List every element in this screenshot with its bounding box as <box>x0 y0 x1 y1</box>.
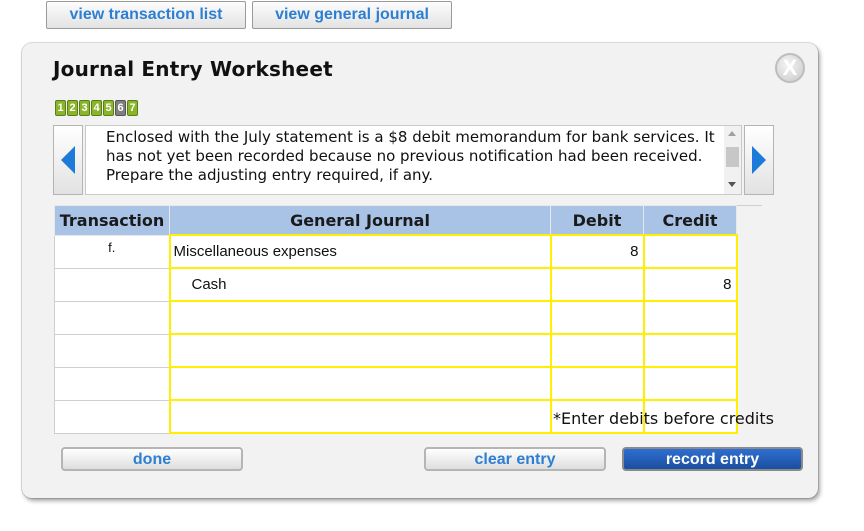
journal-table-wrapper: Transaction General Journal Debit Credit… <box>54 205 738 434</box>
credit-input[interactable] <box>642 234 738 269</box>
step-3[interactable]: 3 <box>79 100 90 116</box>
step-4[interactable]: 4 <box>91 100 102 116</box>
header-general-journal: General Journal <box>169 205 551 236</box>
debit-input[interactable] <box>549 267 645 302</box>
table-row <box>54 333 738 368</box>
arrow-left-icon <box>61 146 75 174</box>
account-input[interactable]: Miscellaneous expenses <box>168 234 552 269</box>
transaction-cell <box>54 267 170 302</box>
done-button[interactable]: done <box>61 447 243 471</box>
scroll-down-icon[interactable] <box>728 182 736 187</box>
transaction-description: Enclosed with the July statement is a $8… <box>85 125 742 195</box>
step-1[interactable]: 1 <box>55 100 66 116</box>
credit-input[interactable] <box>642 366 738 401</box>
header-debit: Debit <box>550 205 644 236</box>
table-row <box>54 366 738 401</box>
transaction-cell <box>54 333 170 368</box>
next-step-button[interactable] <box>744 125 774 195</box>
account-input[interactable] <box>168 300 552 335</box>
transaction-cell <box>54 399 170 434</box>
debit-input[interactable] <box>549 366 645 401</box>
header-credit: Credit <box>643 205 737 236</box>
record-entry-button[interactable]: record entry <box>622 447 803 471</box>
clear-entry-button[interactable]: clear entry <box>424 447 606 471</box>
close-icon[interactable]: X <box>775 53 805 83</box>
account-input[interactable]: Cash <box>168 267 552 302</box>
description-text: Enclosed with the July statement is a $8… <box>106 128 715 184</box>
view-transaction-list-button[interactable]: view transaction list <box>46 1 246 29</box>
account-input[interactable] <box>168 399 552 434</box>
journal-entry-worksheet-panel: Journal Entry Worksheet X 1 2 3 4 5 6 7 … <box>22 43 818 498</box>
transaction-cell: f. <box>54 234 170 269</box>
table-row <box>54 300 738 335</box>
debit-input[interactable] <box>549 333 645 368</box>
table-header-row: Transaction General Journal Debit Credit <box>54 205 737 236</box>
description-scrollbar[interactable] <box>724 126 741 194</box>
arrow-right-icon <box>752 146 766 174</box>
debits-before-credits-hint: *Enter debits before credits <box>553 409 774 428</box>
worksheet-title: Journal Entry Worksheet <box>53 57 333 81</box>
table-row: f. Miscellaneous expenses 8 <box>54 234 738 269</box>
previous-step-button[interactable] <box>53 125 83 195</box>
debit-input[interactable] <box>549 300 645 335</box>
transaction-cell <box>54 366 170 401</box>
step-5[interactable]: 5 <box>103 100 114 116</box>
header-transaction: Transaction <box>54 205 170 236</box>
table-row: Cash 8 <box>54 267 738 302</box>
step-6[interactable]: 6 <box>115 100 126 116</box>
journal-table: Transaction General Journal Debit Credit… <box>54 205 738 434</box>
credit-input[interactable] <box>642 333 738 368</box>
step-indicator: 1 2 3 4 5 6 7 <box>55 100 138 116</box>
account-input[interactable] <box>168 366 552 401</box>
transaction-cell <box>54 300 170 335</box>
credit-input[interactable]: 8 <box>642 267 738 302</box>
scroll-up-icon[interactable] <box>728 131 736 136</box>
scroll-thumb[interactable] <box>726 147 739 167</box>
credit-input[interactable] <box>642 300 738 335</box>
view-general-journal-button[interactable]: view general journal <box>252 1 452 29</box>
step-7[interactable]: 7 <box>127 100 138 116</box>
debit-input[interactable]: 8 <box>549 234 645 269</box>
step-2[interactable]: 2 <box>67 100 78 116</box>
account-input[interactable] <box>168 333 552 368</box>
